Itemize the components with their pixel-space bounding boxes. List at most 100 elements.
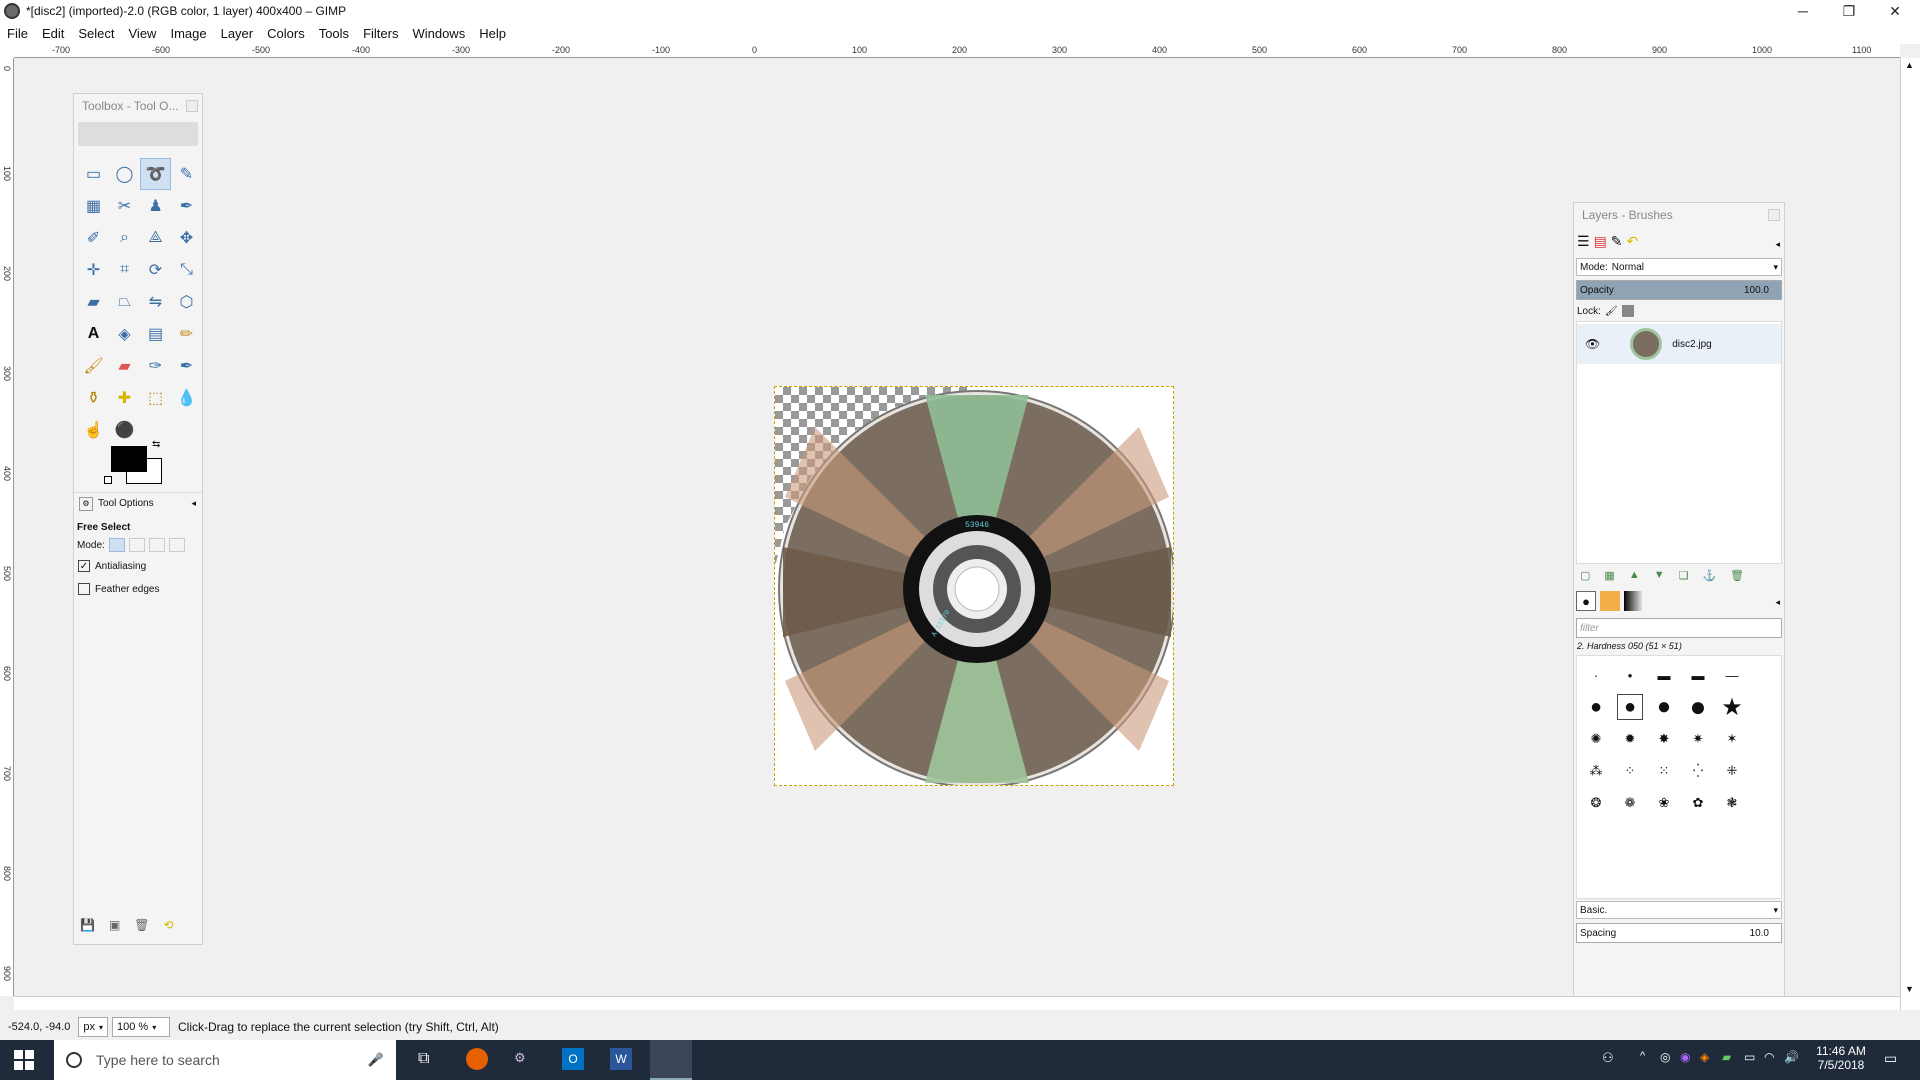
menu-help[interactable]: Help	[472, 26, 513, 41]
brush-item[interactable]: ●	[1651, 693, 1677, 720]
action-center-icon[interactable]: ▭	[1884, 1050, 1897, 1067]
brush-preset-select[interactable]: Basic. ▾	[1576, 901, 1782, 919]
mode-intersect-button[interactable]	[168, 538, 185, 552]
minimize-button[interactable]: ─	[1780, 0, 1826, 22]
brush-item[interactable]: ▬	[1685, 662, 1711, 688]
windows-start-icon[interactable]	[14, 1050, 34, 1070]
brush-item[interactable]	[1753, 694, 1779, 720]
feather-checkbox[interactable]	[78, 583, 90, 595]
ellipse-select-icon[interactable]: ◯	[109, 158, 140, 190]
brush-item[interactable]: ✺	[1583, 726, 1609, 752]
delete-layer-icon[interactable]: 🗑	[1730, 569, 1744, 582]
brush-item[interactable]: ✸	[1651, 726, 1677, 752]
brush-item[interactable]: •	[1617, 662, 1643, 688]
crop-icon[interactable]: ⌗	[109, 254, 140, 286]
brush-item[interactable]: ★	[1719, 694, 1745, 721]
tab-channels[interactable]: ▤	[1594, 233, 1607, 250]
brush-item[interactable]: ✹	[1617, 726, 1643, 752]
default-colors-icon[interactable]	[104, 476, 112, 484]
smudge-icon[interactable]: ☝	[78, 414, 109, 446]
mode-replace-button[interactable]	[108, 538, 125, 552]
task-view-icon[interactable]: ⧉	[418, 1050, 429, 1068]
align-icon[interactable]: ✛	[78, 254, 109, 286]
brush-item[interactable]: ●	[1617, 694, 1643, 720]
layer-row[interactable]: 👁 disc2.jpg	[1577, 324, 1781, 364]
close-button[interactable]: ✕	[1872, 0, 1918, 22]
toolbox-close-button[interactable]	[186, 100, 198, 112]
menu-view[interactable]: View	[122, 26, 164, 41]
anchor-layer-icon[interactable]: ⚓	[1702, 569, 1716, 582]
flip-icon[interactable]: ⇋	[140, 286, 171, 318]
brush-item[interactable]: ⁜	[1719, 758, 1745, 784]
brush-item[interactable]: ▬	[1651, 662, 1677, 688]
wifi-icon[interactable]: ◠	[1764, 1050, 1774, 1064]
brushes-menu-icon[interactable]: ◂	[1775, 597, 1780, 608]
brush-item[interactable]	[1753, 662, 1779, 688]
fuzzy-select-icon[interactable]: ✎	[171, 158, 202, 190]
delete-options-icon[interactable]: 🗑	[134, 918, 149, 932]
heal-icon[interactable]: ✚	[109, 382, 140, 414]
paths-icon[interactable]: ✒	[171, 190, 202, 222]
new-layer-icon[interactable]: ▢	[1580, 569, 1590, 582]
rect-select-icon[interactable]: ▭	[78, 158, 109, 190]
discord-tray-icon[interactable]: ◉	[1680, 1050, 1690, 1064]
mode-select[interactable]: Mode: Normal ▾	[1576, 258, 1782, 276]
brush-item[interactable]: ⁛	[1685, 758, 1711, 784]
eye-icon[interactable]: 👁	[1585, 337, 1600, 351]
foreground-color-swatch[interactable]	[111, 446, 147, 472]
tab-gradients[interactable]	[1624, 591, 1644, 611]
show-hidden-icons[interactable]: ^	[1640, 1050, 1645, 1062]
brush-item[interactable]: ✷	[1685, 726, 1711, 752]
battery-icon[interactable]: ▭	[1744, 1050, 1755, 1064]
horizontal-ruler[interactable]: -700 -600 -500 -400 -300 -200 -100 0 100 200 300 40…	[14, 44, 1900, 58]
menu-filters[interactable]: Filters	[356, 26, 405, 41]
mode-add-button[interactable]	[128, 538, 145, 552]
shear-icon[interactable]: ▰	[78, 286, 109, 318]
restore-options-icon[interactable]: ▣	[109, 918, 120, 932]
tab-patterns[interactable]	[1600, 591, 1620, 611]
ruler-corner[interactable]	[0, 44, 14, 58]
scale-icon[interactable]: ⤡	[171, 254, 202, 286]
taskbar-clock[interactable]: 11:46 AM 7/5/2018	[1806, 1044, 1876, 1072]
raise-layer-icon[interactable]: ▲	[1629, 569, 1640, 582]
word-icon[interactable]: W	[610, 1048, 632, 1070]
nvidia-tray-icon[interactable]: ▰	[1722, 1050, 1731, 1064]
pencil-icon[interactable]: ✏	[171, 318, 202, 350]
brush-grid[interactable]: · • ▬ ▬ ― ● ● ● ● ★ ✺ ✹ ✸ ✷ ✶ ⁂ ⁘ ⁙ ⁛ ⁜ …	[1576, 655, 1782, 899]
antialiasing-checkbox[interactable]: ✓	[78, 560, 90, 572]
feather-row[interactable]: Feather edges	[78, 583, 160, 595]
reset-options-icon[interactable]: ⟲	[164, 918, 174, 932]
microphone-icon[interactable]: 🎤	[368, 1052, 384, 1068]
tab-menu-icon[interactable]: ◂	[191, 498, 196, 509]
paintbrush-icon[interactable]: 🖌	[78, 350, 109, 382]
rotate-icon[interactable]: ⟳	[140, 254, 171, 286]
opacity-slider[interactable]: Opacity 100.0	[1576, 280, 1782, 300]
brush-item[interactable]	[1753, 726, 1779, 752]
taskbar-search-box[interactable]: Type here to search 🎤	[54, 1040, 396, 1080]
origin-tray-icon[interactable]: ◈	[1700, 1050, 1709, 1064]
brush-item[interactable]: ✿	[1685, 790, 1711, 816]
scissors-icon[interactable]: ✂	[109, 190, 140, 222]
menu-file[interactable]: File	[0, 26, 35, 41]
measure-icon[interactable]: ⟁	[140, 222, 171, 254]
brush-item[interactable]: ❃	[1719, 790, 1745, 816]
outlook-icon[interactable]: O	[562, 1048, 584, 1070]
menu-tools[interactable]: Tools	[312, 26, 356, 41]
color-picker-icon[interactable]: ✐	[78, 222, 109, 254]
dodge-burn-icon[interactable]: ⚫	[109, 414, 140, 446]
firefox-icon[interactable]	[466, 1048, 488, 1070]
lock-alpha-icon[interactable]	[1621, 305, 1634, 317]
tab-paths[interactable]: ✎	[1611, 233, 1623, 250]
brush-item[interactable]	[1753, 758, 1779, 784]
spacing-slider[interactable]: Spacing 10.0	[1576, 923, 1782, 943]
brush-item[interactable]: ❁	[1617, 790, 1643, 816]
volume-icon[interactable]: 🔊	[1784, 1050, 1799, 1064]
move-icon[interactable]: ✥	[171, 222, 202, 254]
brush-item[interactable]: ⁂	[1583, 758, 1609, 784]
scroll-down-icon[interactable]: ▼	[1905, 984, 1914, 994]
brush-item[interactable]: ⁘	[1617, 758, 1643, 784]
steam-icon[interactable]: ⚙	[514, 1050, 526, 1066]
foreground-select-icon[interactable]: ♟	[140, 190, 171, 222]
brush-item[interactable]: ❂	[1583, 790, 1609, 816]
brush-item[interactable]: ✶	[1719, 726, 1745, 752]
